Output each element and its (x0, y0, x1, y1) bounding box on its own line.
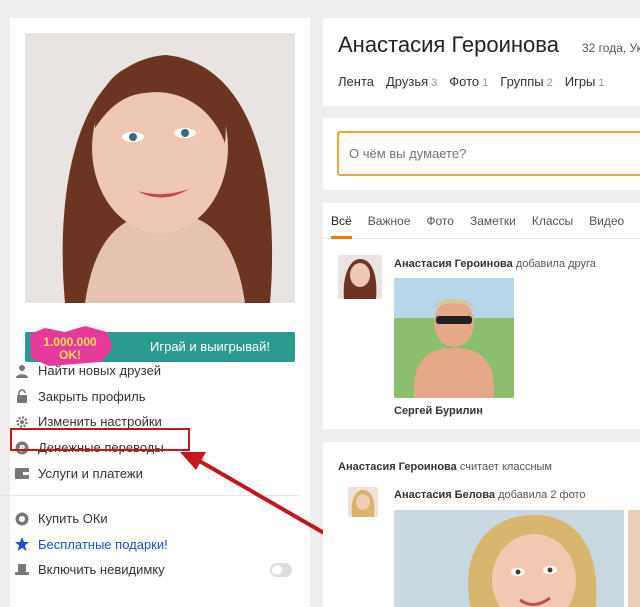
nav-games[interactable]: Игры 1 (565, 74, 605, 89)
tab-photos[interactable]: Фото (418, 203, 462, 238)
event2-author-avatar[interactable] (348, 487, 378, 517)
event1-author[interactable]: Анастасия Героинова (394, 258, 513, 270)
event2-header-action: считает классным (459, 461, 552, 473)
post-composer (323, 118, 640, 190)
tab-important[interactable]: Важное (360, 203, 419, 238)
tab-likes[interactable]: Классы (524, 203, 581, 238)
profile-header: Анастасия Героинова 32 года, Ук Лента Др… (323, 18, 640, 106)
status-input[interactable] (337, 131, 640, 176)
tab-all[interactable]: Всё (323, 203, 360, 239)
event2-photo-1[interactable] (394, 510, 624, 607)
event-author-avatar[interactable] (338, 255, 382, 299)
profile-name[interactable]: Анастасия Героинова (338, 32, 559, 58)
profile-meta: 32 года, Ук (582, 41, 640, 55)
nav-friends[interactable]: Друзья 3 (386, 74, 437, 89)
nav-feed[interactable]: Лента (338, 74, 374, 89)
event1-text: Анастасия Героинова добавила друга (394, 258, 596, 270)
friend-photo[interactable] (394, 278, 514, 398)
tab-notes[interactable]: Заметки (462, 203, 524, 238)
nav-groups[interactable]: Группы 2 (500, 74, 552, 89)
profile-nav: Лента Друзья 3 Фото 1 Группы 2 Игры 1 (338, 74, 617, 89)
event2-header: Анастасия Героинова считает классным (338, 461, 552, 473)
event2-author[interactable]: Анастасия Белова (394, 489, 495, 501)
event2-photo-2[interactable] (628, 510, 640, 607)
feed-card: Всё Важное Фото Заметки Классы Видео И А… (323, 203, 640, 429)
feed-tabs: Всё Важное Фото Заметки Классы Видео И (323, 203, 640, 239)
event2-action: добавила 2 фото (498, 489, 586, 501)
event2-text: Анастасия Белова добавила 2 фото (394, 489, 586, 501)
nav-photos[interactable]: Фото 1 (449, 74, 488, 89)
event1-action: добавила друга (515, 258, 596, 270)
event2-header-author[interactable]: Анастасия Героинова (338, 461, 457, 473)
feed-card-2: Анастасия Героинова считает классным Ана… (323, 442, 640, 607)
tab-more[interactable]: И (632, 203, 640, 238)
tab-video[interactable]: Видео (581, 203, 632, 238)
friend-name[interactable]: Сергей Бурилин (394, 405, 483, 417)
